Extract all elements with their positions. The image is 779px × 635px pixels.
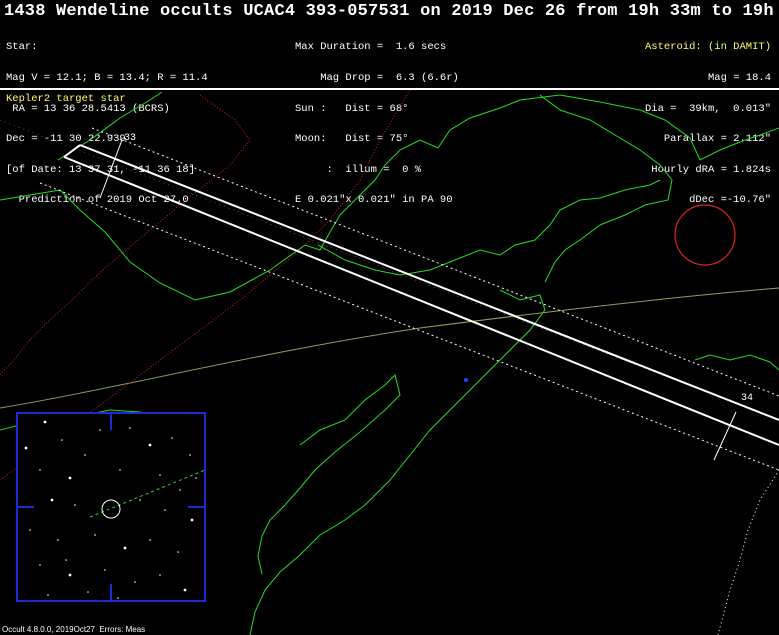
footer-version: Occult 4.8.0.0, 2019Oct27 Errors: Meas xyxy=(2,625,146,634)
coastline-bay xyxy=(257,374,401,575)
inset-star xyxy=(148,443,152,447)
inset-star xyxy=(50,498,54,502)
inset-star xyxy=(57,539,59,541)
inset-star xyxy=(74,504,76,506)
terminator-line xyxy=(0,287,779,409)
inset-star xyxy=(117,597,119,599)
time-tick-start-label: 33 xyxy=(124,133,136,144)
inset-star xyxy=(24,446,28,450)
coastline-peninsula xyxy=(317,179,661,276)
inset-star xyxy=(129,427,131,429)
inset-star xyxy=(39,564,41,566)
inset-star xyxy=(189,454,191,456)
inset-star xyxy=(159,574,161,576)
asteroid-size-circle xyxy=(674,204,736,266)
inset-star xyxy=(43,420,47,424)
inset-star xyxy=(179,489,181,491)
inset-star xyxy=(149,539,151,541)
inset-star xyxy=(159,474,161,476)
path-limit-north xyxy=(91,127,779,397)
inset-star xyxy=(190,518,194,522)
inset-star xyxy=(47,594,49,596)
inset-star xyxy=(39,469,41,471)
observer-marker xyxy=(464,378,468,382)
inset-star xyxy=(65,559,67,561)
inset-frame xyxy=(16,412,206,602)
inset-star xyxy=(171,437,173,439)
inset-star xyxy=(139,499,141,501)
inset-star xyxy=(195,477,197,479)
inset-star xyxy=(104,569,106,571)
inset-star xyxy=(164,509,166,511)
inset-star xyxy=(177,551,179,553)
shadow-path-north xyxy=(79,144,779,421)
coastline-mainland xyxy=(0,94,779,301)
occultation-map: 33 34 xyxy=(0,89,779,635)
inset-star xyxy=(61,439,63,441)
coastline-central xyxy=(249,289,546,635)
inset-star xyxy=(68,476,72,480)
inset-star xyxy=(123,546,127,550)
shadow-path-south xyxy=(63,156,779,446)
inset-star xyxy=(87,591,89,593)
inset-star xyxy=(29,529,31,531)
inset-star xyxy=(134,581,136,583)
time-tick-end-label: 34 xyxy=(741,393,753,404)
inset-star xyxy=(84,454,86,456)
time-tick-start xyxy=(99,139,123,199)
inset-star xyxy=(99,429,101,431)
inset-star xyxy=(183,588,187,592)
star-field-inset xyxy=(16,412,206,602)
right-edge-track xyxy=(717,469,779,635)
coastline-eastern-land xyxy=(539,94,673,283)
inset-star xyxy=(94,534,96,536)
inset-star xyxy=(68,573,72,577)
shadow-path-cap xyxy=(63,144,81,158)
inset-star xyxy=(119,469,121,471)
